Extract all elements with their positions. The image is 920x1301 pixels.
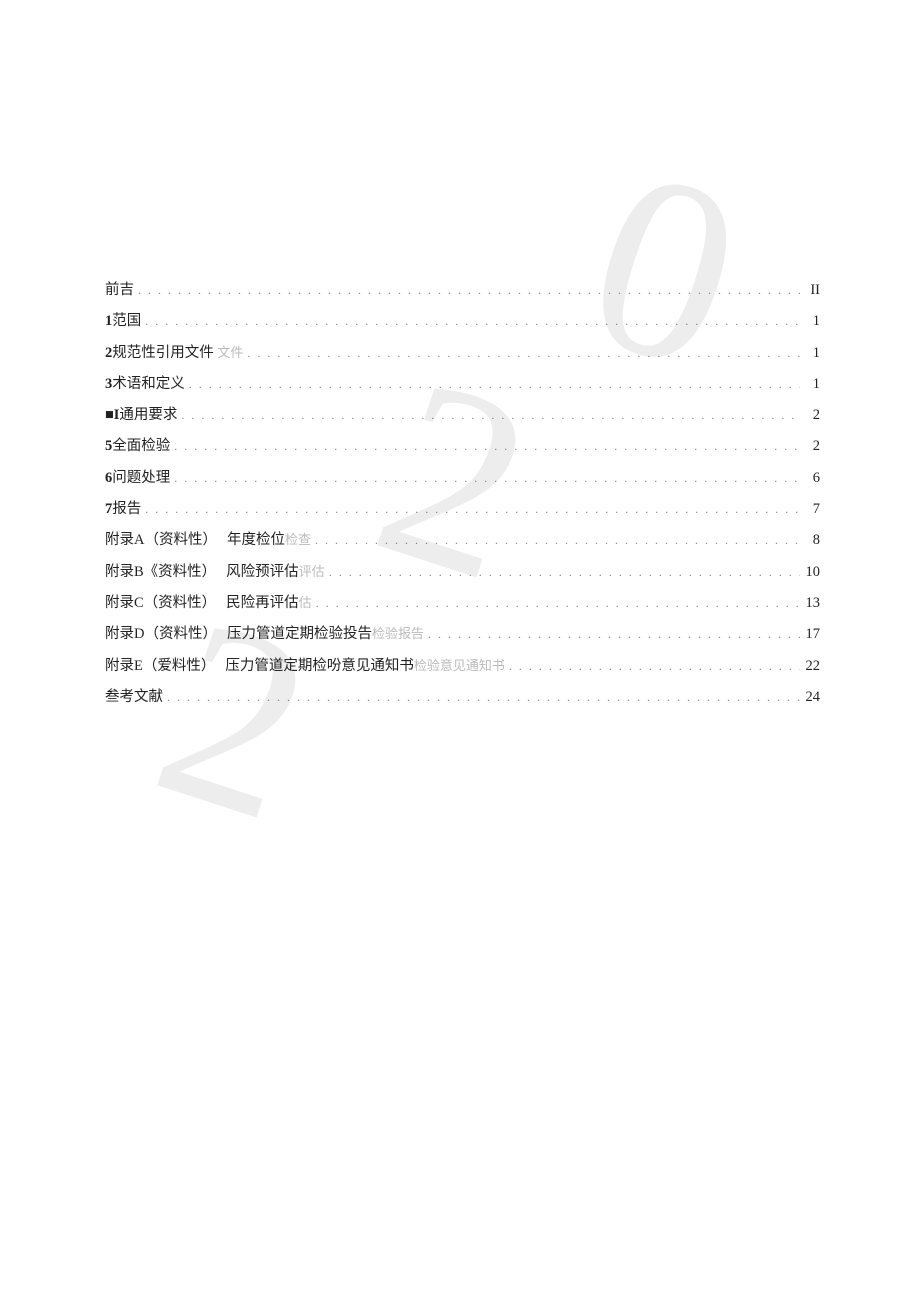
toc-leader: [311, 532, 800, 549]
toc-label: 2规范性引用文件 文件: [105, 343, 243, 363]
toc-page-number: 6: [800, 468, 820, 488]
toc-entry: 附录C（资料性） 民险再评估估 13: [105, 593, 820, 613]
toc-label: 前吉: [105, 280, 134, 300]
toc-entry: 附录B《资料性） 风险预评估评估 10: [105, 562, 820, 582]
toc-entry: 5全面检验 2: [105, 436, 820, 456]
toc-page-number: 24: [800, 687, 820, 707]
ghost-text: 检验报告: [372, 626, 424, 641]
toc-label: 叁考文献: [105, 687, 163, 707]
toc-page-number: 22: [800, 656, 820, 676]
toc-subtitle: 年度检位检查: [227, 530, 311, 550]
toc-entry: 附录A（资料性） 年度检位检查 8: [105, 530, 820, 550]
toc-page-number: 2: [800, 405, 820, 425]
toc-leader: [141, 313, 800, 330]
toc-page-number: 1: [800, 374, 820, 394]
toc-leader: [243, 345, 800, 362]
toc-label: 附录A（资料性）: [105, 530, 217, 550]
toc-page-number: II: [800, 280, 820, 300]
toc-subtitle: 风险预评估评估: [226, 562, 325, 582]
toc-page-number: 8: [800, 530, 820, 550]
ghost-text: 检验意见通知书: [414, 658, 505, 673]
toc-leader: [170, 438, 800, 455]
toc-entry: 前吉 II: [105, 280, 820, 300]
toc-label: 附录C（资料性）: [105, 593, 216, 613]
toc-label: ■I通用要求: [105, 405, 177, 425]
toc-leader: [177, 407, 800, 424]
toc-entry: 7报告 7: [105, 499, 820, 519]
toc-entry: 2规范性引用文件 文件 1: [105, 343, 820, 363]
toc-page-number: 2: [800, 436, 820, 456]
toc-leader: [325, 564, 800, 581]
ghost-text: 评估: [299, 564, 325, 579]
toc-entry: 3术语和定义 1: [105, 374, 820, 394]
toc-leader: [134, 282, 800, 299]
toc-entry: 附录E（爱料性） 压力管道定期检吩意见通知书检验意见通知书 22: [105, 656, 820, 676]
toc-page-number: 17: [800, 624, 820, 644]
toc-label: 附录B《资料性）: [105, 562, 216, 582]
toc-page: 0 2 2 前吉 II 1范国 1 2规范性引用文件 文件 1 3术语和定义 1: [0, 0, 920, 1301]
toc-entry: 附录D（资料性） 压力管道定期检验投告检验报告 17: [105, 624, 820, 644]
toc-label: 附录E（爱料性）: [105, 656, 215, 676]
toc-page-number: 1: [800, 343, 820, 363]
toc-label: 5全面检验: [105, 436, 170, 456]
toc-page-number: 10: [800, 562, 820, 582]
toc-leader: [312, 595, 800, 612]
toc-label: 1范国: [105, 311, 141, 331]
toc-list: 前吉 II 1范国 1 2规范性引用文件 文件 1 3术语和定义 1 ■I通用要…: [105, 280, 820, 707]
toc-subtitle: 压力管道定期检吩意见通知书检验意见通知书: [225, 656, 505, 676]
toc-subtitle: 压力管道定期检验投告检验报告: [227, 624, 424, 644]
toc-leader: [505, 658, 800, 675]
toc-entry: ■I通用要求 2: [105, 405, 820, 425]
toc-leader: [163, 689, 800, 706]
toc-entry: 叁考文献 24: [105, 687, 820, 707]
toc-leader: [170, 470, 800, 487]
toc-entry: 1范国 1: [105, 311, 820, 331]
toc-page-number: 1: [800, 311, 820, 331]
toc-label: 3术语和定义: [105, 374, 185, 394]
toc-page-number: 7: [800, 499, 820, 519]
toc-entry: 6问题处理 6: [105, 468, 820, 488]
toc-label: 附录D（资料性）: [105, 624, 217, 644]
toc-subtitle: 民险再评估估: [226, 593, 312, 613]
toc-label: 6问题处理: [105, 468, 170, 488]
ghost-text: 文件: [217, 345, 243, 360]
ghost-text: 估: [299, 595, 312, 610]
toc-label: 7报告: [105, 499, 141, 519]
toc-leader: [185, 376, 800, 393]
ghost-text: 检查: [285, 532, 311, 547]
toc-leader: [424, 626, 800, 643]
toc-leader: [141, 501, 800, 518]
toc-page-number: 13: [800, 593, 820, 613]
